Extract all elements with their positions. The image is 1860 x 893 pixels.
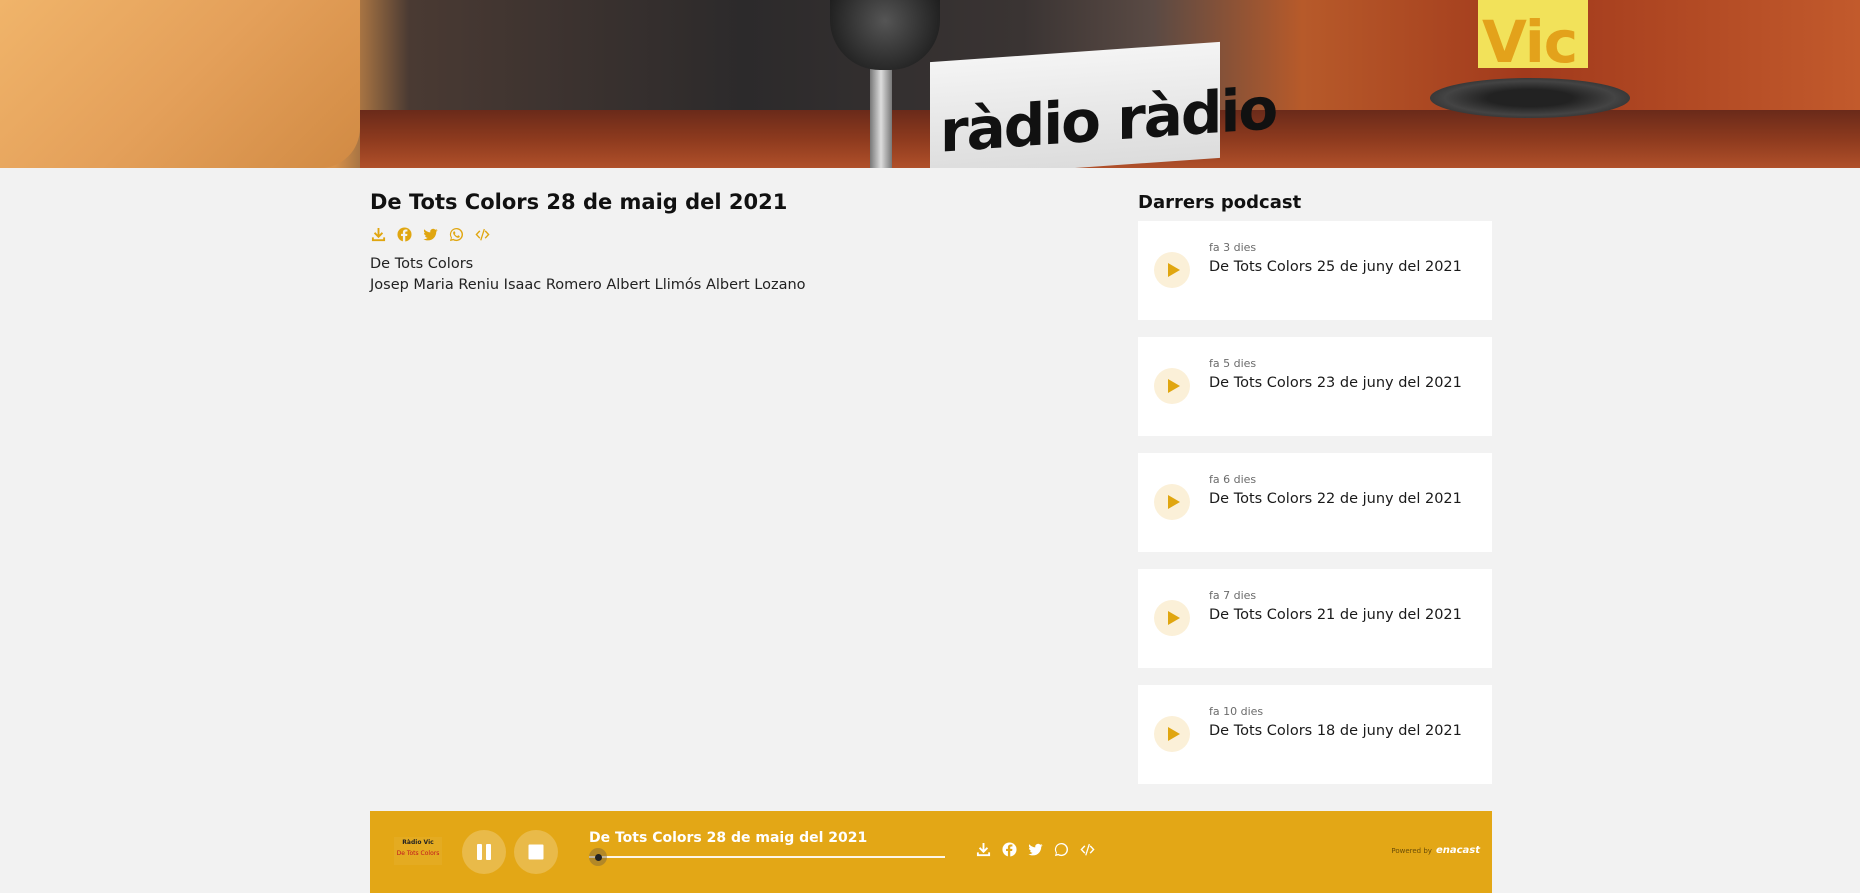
- player-share-row: [975, 841, 1095, 857]
- podcast-card[interactable]: fa 5 dies De Tots Colors 23 de juny del …: [1138, 337, 1492, 436]
- whatsapp-icon[interactable]: [1053, 841, 1069, 857]
- banner-microphone: [830, 0, 940, 70]
- podcast-card[interactable]: fa 7 dies De Tots Colors 21 de juny del …: [1138, 569, 1492, 668]
- episode-description: De Tots Colors Josep Maria Reniu Isaac R…: [370, 254, 806, 296]
- facebook-icon[interactable]: [396, 226, 412, 242]
- pause-icon: [477, 844, 491, 860]
- podcast-title[interactable]: De Tots Colors 25 de juny del 2021: [1209, 259, 1462, 275]
- embed-code-icon[interactable]: [1079, 841, 1095, 857]
- play-icon[interactable]: [1154, 368, 1190, 404]
- banner-sign-base: [1430, 78, 1630, 118]
- pause-button[interactable]: [462, 830, 506, 874]
- progress-handle[interactable]: [589, 848, 607, 866]
- play-icon[interactable]: [1154, 484, 1190, 520]
- now-playing-title: De Tots Colors 28 de maig del 2021: [589, 830, 868, 846]
- enacast-logo[interactable]: enacast: [1436, 845, 1480, 856]
- embed-code-icon[interactable]: [474, 226, 490, 242]
- latest-podcasts-list: fa 3 dies De Tots Colors 25 de juny del …: [1138, 221, 1492, 801]
- audio-player-bar: Ràdio Vic De Tots Colors De Tots Colors …: [370, 811, 1492, 893]
- episode-program-name: De Tots Colors: [370, 256, 474, 272]
- latest-podcasts-title: Darrers podcast: [1138, 192, 1302, 213]
- podcast-title[interactable]: De Tots Colors 22 de juny del 2021: [1209, 491, 1462, 507]
- program-logo: Ràdio Vic De Tots Colors: [394, 837, 442, 865]
- banner-sign-text: Vic: [1482, 8, 1578, 76]
- play-icon[interactable]: [1154, 716, 1190, 752]
- podcast-date: fa 5 dies: [1209, 357, 1257, 370]
- powered-by-label: Powered by: [1391, 847, 1432, 855]
- podcast-title[interactable]: De Tots Colors 21 de juny del 2021: [1209, 607, 1462, 623]
- podcast-card[interactable]: fa 10 dies De Tots Colors 18 de juny del…: [1138, 685, 1492, 784]
- podcast-date: fa 3 dies: [1209, 241, 1257, 254]
- play-icon[interactable]: [1154, 600, 1190, 636]
- program-logo-line1: Ràdio Vic: [402, 839, 434, 846]
- podcast-date: fa 7 dies: [1209, 589, 1257, 602]
- episode-hosts: Josep Maria Reniu Isaac Romero Albert Ll…: [370, 277, 806, 293]
- episode-share-row: [370, 226, 490, 242]
- banner-chair: [0, 0, 360, 168]
- podcast-card[interactable]: fa 3 dies De Tots Colors 25 de juny del …: [1138, 221, 1492, 320]
- progress-bar[interactable]: [589, 848, 945, 866]
- twitter-icon[interactable]: [1027, 841, 1043, 857]
- stop-icon: [528, 844, 544, 860]
- podcast-title[interactable]: De Tots Colors 23 de juny del 2021: [1209, 375, 1462, 391]
- play-icon[interactable]: [1154, 252, 1190, 288]
- facebook-icon[interactable]: [1001, 841, 1017, 857]
- episode-title: De Tots Colors 28 de maig del 2021: [370, 190, 788, 214]
- podcast-date: fa 10 dies: [1209, 705, 1264, 718]
- podcast-title[interactable]: De Tots Colors 18 de juny del 2021: [1209, 723, 1462, 739]
- whatsapp-icon[interactable]: [448, 226, 464, 242]
- powered-by[interactable]: Powered by enacast: [1391, 845, 1480, 856]
- program-logo-line2: De Tots Colors: [396, 850, 440, 857]
- podcast-date: fa 6 dies: [1209, 473, 1257, 486]
- download-icon[interactable]: [975, 841, 991, 857]
- header-banner-image: ràdio ràdio Vic: [0, 0, 1860, 168]
- twitter-icon[interactable]: [422, 226, 438, 242]
- download-icon[interactable]: [370, 226, 386, 242]
- stop-button[interactable]: [514, 830, 558, 874]
- podcast-card[interactable]: fa 6 dies De Tots Colors 22 de juny del …: [1138, 453, 1492, 552]
